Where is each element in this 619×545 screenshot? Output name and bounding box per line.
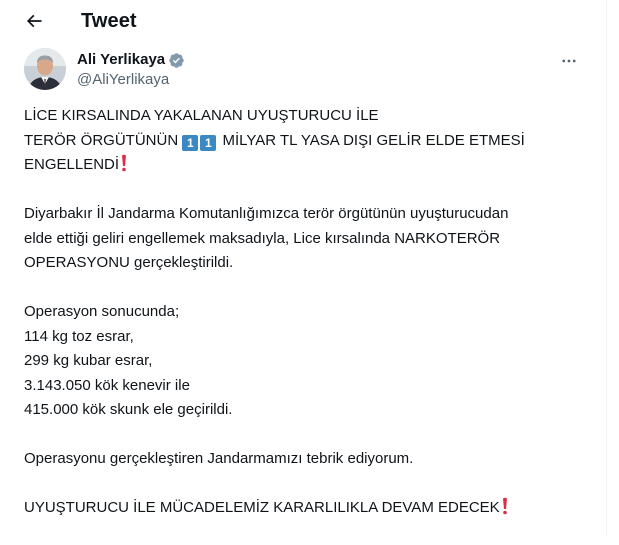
keycap-digit-icon: 1 <box>182 134 199 151</box>
page-title: Tweet <box>81 10 137 32</box>
headline-line-1: LİCE KIRSALINDA YAKALANAN UYUŞTURUCU İLE <box>24 107 379 124</box>
results-item: 3.143.050 kök kenevir ile <box>24 376 190 394</box>
arrow-left-icon <box>26 14 42 28</box>
author-row: Ali Yerlikaya @AliYerlikaya <box>24 48 596 92</box>
headline-line-3: ENGELLENDİ <box>24 153 594 178</box>
closing-line: UYUŞTURUCU İLE MÜCADELEMİZ KARARLILIKLA … <box>24 496 594 521</box>
avatar-image <box>24 48 66 90</box>
results-paragraph: Operasyon sonucunda; 114 kg toz esrar, 2… <box>24 300 594 423</box>
more-options-button[interactable] <box>556 50 582 72</box>
back-button[interactable] <box>20 7 48 35</box>
verified-badge-icon <box>169 52 184 68</box>
intro-line-1: Diyarbakır İl Jandarma Komutanlığımızca … <box>24 205 509 222</box>
congrats-line: Operasyonu gerçekleştiren Jandarmamızı t… <box>24 450 414 467</box>
keycap-digit-icon: 1 <box>200 134 217 151</box>
headline-line-2: TERÖR ÖRGÜTÜNÜN 11 MİLYAR TL YASA DIŞI G… <box>24 129 594 154</box>
intro-paragraph: Diyarbakır İl Jandarma Komutanlığımızca … <box>24 202 594 276</box>
results-item: 415.000 kök skunk ele geçirildi. <box>24 401 233 418</box>
headline-line-3-text: ENGELLENDİ <box>24 156 120 173</box>
red-exclamation-mark-icon <box>122 154 127 172</box>
display-name-row: Ali Yerlikaya <box>77 50 185 70</box>
tweet-detail-panel: Tweet Ali Yerlikaya @AliYerlikaya LİCE K… <box>0 0 607 537</box>
results-item: 299 kg kubar esrar, <box>24 352 153 369</box>
intro-line-3: OPERASYONU gerçekleştirildi. <box>24 254 234 271</box>
results-item: 114 kg toz esrar, <box>24 327 134 345</box>
tweet-text: LİCE KIRSALINDA YAKALANAN UYUŞTURUCU İLE… <box>24 104 594 545</box>
intro-line-2: elde ettiği geliri engellemek maksadıyla… <box>24 229 501 247</box>
header-bar: Tweet <box>0 0 606 40</box>
author-handle[interactable]: @AliYerlikaya <box>77 70 185 90</box>
red-exclamation-mark-icon <box>502 497 507 515</box>
headline-line-2-prefix: TERÖR ÖRGÜTÜNÜN <box>24 131 183 149</box>
closing-paragraph: UYUŞTURUCU İLE MÜCADELEMİZ KARARLILIKLA … <box>24 496 594 521</box>
more-horizontal-icon <box>562 59 576 63</box>
avatar[interactable] <box>24 48 66 90</box>
closing-text: UYUŞTURUCU İLE MÜCADELEMİZ KARARLILIKLA … <box>24 499 500 516</box>
headline-paragraph: LİCE KIRSALINDA YAKALANAN UYUŞTURUCU İLE… <box>24 104 594 178</box>
author-names: Ali Yerlikaya @AliYerlikaya <box>77 50 185 90</box>
congrats-paragraph: Operasyonu gerçekleştiren Jandarmamızı t… <box>24 447 594 472</box>
headline-line-2-suffix: MİLYAR TL YASA DIŞI GELİR ELDE ETMESİ <box>218 131 525 149</box>
results-heading: Operasyon sonucunda; <box>24 303 180 320</box>
display-name[interactable]: Ali Yerlikaya <box>77 50 165 70</box>
